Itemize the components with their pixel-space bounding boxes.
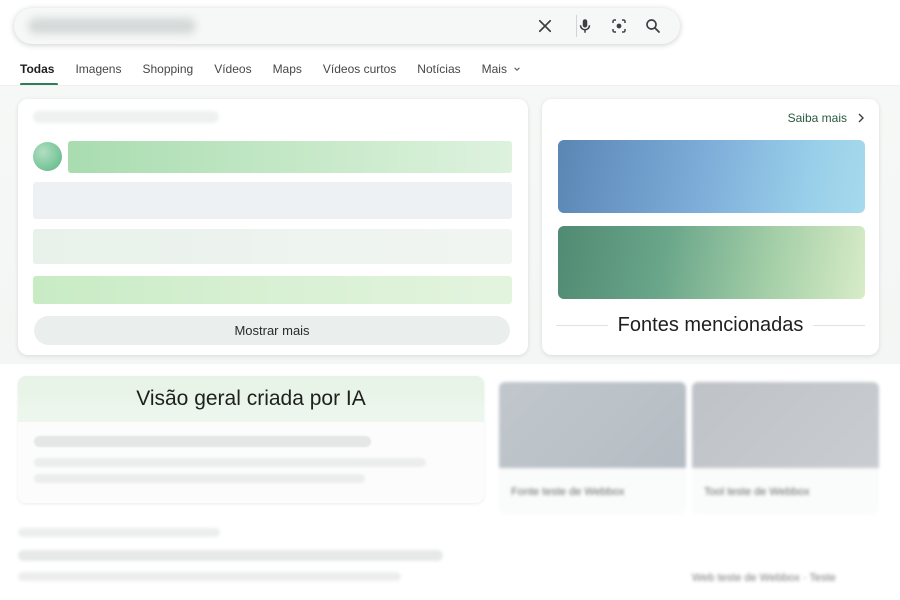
footer-source-text: Web teste de Webbox · Teste [692,572,836,584]
source-image[interactable] [558,226,865,299]
tab-shopping[interactable]: Shopping [142,58,193,86]
tab-label: Todas [20,62,55,76]
learn-more-link[interactable]: Saiba mais [788,111,865,125]
ai-overview-title: Visão geral criada por IA [136,387,366,410]
tab-label: Shopping [142,62,194,76]
tab-videos-curtos[interactable]: Vídeos curtos [323,58,396,86]
lens-icon[interactable] [609,16,629,36]
tab-imagens[interactable]: Imagens [75,58,121,86]
tab-label: Vídeos [214,62,252,76]
source-card[interactable]: Fonte teste de Webbox [499,382,686,514]
placeholder-line [33,111,219,123]
source-card[interactable]: Tool teste de Webbox [692,382,879,514]
placeholder-line [34,436,371,447]
heading-rule [556,324,608,326]
placeholder-line [34,474,365,483]
placeholder-line [18,572,401,581]
show-more-button[interactable]: Mostrar mais [34,316,510,345]
source-image[interactable] [558,140,865,213]
tab-videos[interactable]: Vídeos [214,58,251,86]
placeholder-bar [33,276,512,304]
sources-title: Fontes mencionadas [617,313,804,336]
placeholder-bar [68,141,512,173]
tab-label: Mais [481,62,507,76]
close-icon[interactable] [535,16,555,36]
placeholder-line [34,458,426,467]
sources-heading: Fontes mencionadas [556,313,866,336]
tab-label: Notícias [417,62,461,76]
chevron-down-icon [514,67,520,71]
search-tabs: Todas Imagens Shopping Vídeos Maps Vídeo… [20,58,542,88]
placeholder-line [18,550,443,561]
ai-overview-header: Visão geral criada por IA [18,376,484,422]
tab-label: Vídeos curtos [322,62,397,76]
tab-label: Imagens [75,62,122,76]
placeholder-bar [33,182,512,219]
placeholder-line [18,528,220,537]
tab-mais[interactable]: Mais [482,58,521,86]
learn-more-label: Saiba mais [787,111,847,125]
tab-maps[interactable]: Maps [273,58,302,86]
search-query-blurred[interactable] [28,18,196,34]
tab-noticias[interactable]: Notícias [417,58,460,86]
sources-card: Saiba mais Fontes mencionadas [542,99,879,355]
tab-label: Maps [272,62,302,76]
search-icon[interactable] [643,16,663,36]
source-thumbnail [692,382,879,468]
heading-rule [813,324,866,326]
source-caption: Fonte teste de Webbox [511,486,625,498]
search-bar[interactable] [14,8,680,44]
placeholder-bar [33,229,512,264]
tab-todas[interactable]: Todas [20,58,59,86]
avatar [33,142,62,171]
source-thumbnail [499,382,686,468]
mic-icon[interactable] [575,16,595,36]
chevron-right-icon [858,113,864,123]
source-caption: Tool teste de Webbox [704,486,810,498]
ai-overview-card: Visão geral criada por IA [18,376,484,503]
overview-card: Mostrar mais [18,99,528,355]
